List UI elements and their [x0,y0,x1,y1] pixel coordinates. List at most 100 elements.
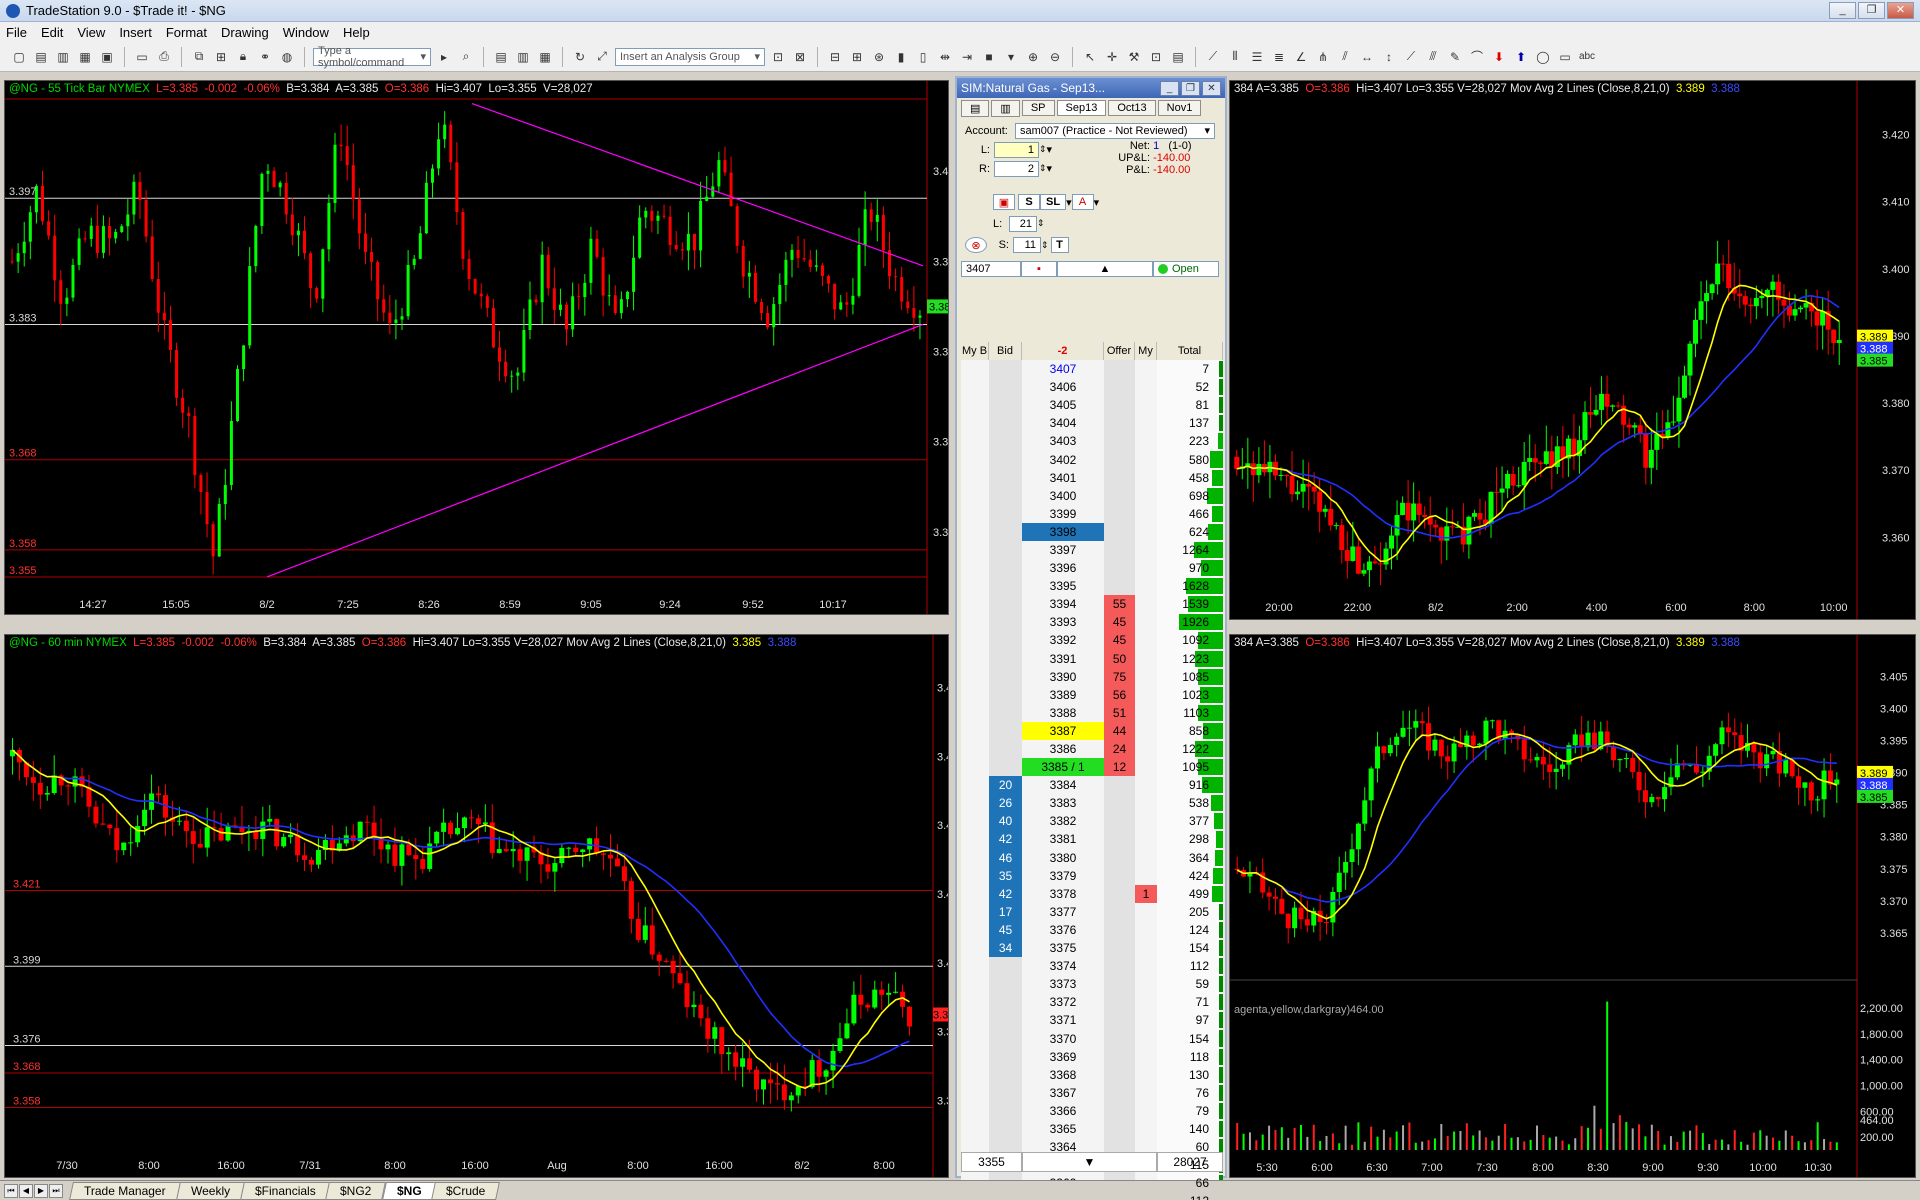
my-offer-cell[interactable] [1135,559,1157,578]
col-bid[interactable]: Bid [989,342,1022,360]
bid-size-cell[interactable] [989,993,1022,1012]
price-cell[interactable]: 3389 [1022,685,1104,704]
bid-size-cell[interactable] [989,685,1022,704]
my-bid-cell[interactable] [961,975,989,994]
ladder-row[interactable]: 3398 624 [961,522,1223,541]
my-offer-cell[interactable] [1135,450,1157,469]
bid-size-cell[interactable] [989,758,1022,777]
ladder-row[interactable]: 3368 130 [961,1065,1223,1084]
right-top-chart-panel[interactable]: 384 A=3.385 O=3.386 Hi=3.407 Lo=3.355 V=… [1229,80,1916,620]
price-cell[interactable]: 3380 [1022,848,1104,867]
offer-size-cell[interactable] [1104,522,1135,541]
strategy-icon[interactable]: ⊠ [791,48,809,66]
tab-oct13[interactable]: Oct13 [1108,100,1156,116]
ladder-row[interactable]: 3389 56 1023 [961,685,1223,704]
my-bid-cell[interactable] [961,486,989,505]
offer-size-cell[interactable] [1104,1047,1135,1066]
matrix-close-button[interactable]: ✕ [1202,80,1221,96]
bid-size-cell[interactable] [989,559,1022,578]
tick-chart-panel[interactable]: @NG - 55 Tick Bar NYMEX L=3.385 -0.002 -… [4,80,949,615]
price-cell[interactable]: 3391 [1022,649,1104,668]
price-cell[interactable]: 3407 [1022,360,1104,379]
price-cell[interactable]: 3404 [1022,414,1104,433]
chevron-down-icon[interactable]: ▾ [1204,124,1210,137]
trendline-icon[interactable]: ⟋ [1204,48,1222,66]
rectangle-icon[interactable]: ▭ [1556,48,1574,66]
my-bid-cell[interactable] [961,378,989,397]
tab-ng[interactable]: $NG [381,1181,437,1200]
offer-size-cell[interactable] [1104,540,1135,560]
vertical-lines-icon[interactable]: ⦀ [1226,48,1244,66]
price-cell[interactable]: 3365 [1022,1119,1104,1139]
hour-chart-panel[interactable]: @NG - 60 min NYMEX L=3.385 -0.002 -0.06%… [4,634,949,1178]
ladder-row[interactable]: 3390 75 1085 [961,667,1223,686]
window-tile-icon[interactable]: ⊞ [212,48,230,66]
col-price-offset[interactable]: -2 [1022,342,1104,360]
my-offer-cell[interactable] [1135,830,1157,849]
my-bid-cell[interactable] [961,685,989,704]
price-cell[interactable]: 3397 [1022,540,1104,560]
account-select[interactable]: sam007 (Practice - Not Reviewed) ▾ [1015,122,1215,139]
price-cell[interactable]: 3388 [1022,703,1104,722]
my-bid-cell[interactable] [961,812,989,831]
price-cell[interactable]: 3396 [1022,559,1104,578]
ladder-row[interactable]: 3403 223 [961,432,1223,451]
arrow-down-icon[interactable]: ⬇ [1490,48,1508,66]
my-bid-cell[interactable] [961,522,989,541]
stop-limit-button[interactable]: SL [1040,194,1067,210]
my-bid-cell[interactable] [961,504,989,523]
bid-size-cell[interactable]: 34 [989,939,1022,958]
my-offer-cell[interactable] [1135,703,1157,722]
price-cell[interactable]: 3370 [1022,1029,1104,1048]
my-bid-cell[interactable] [961,559,989,578]
price-cell[interactable]: 3405 [1022,396,1104,415]
my-bid-cell[interactable] [961,631,989,650]
price-cell[interactable]: 3379 [1022,866,1104,885]
ladder-row[interactable]: 3366 79 [961,1101,1223,1120]
channel-icon[interactable]: ⫽ [1336,48,1354,66]
my-bid-cell[interactable] [961,468,989,487]
my-bid-cell[interactable] [961,1011,989,1030]
offer-size-cell[interactable] [1104,993,1135,1012]
right-bottom-chart-panel[interactable]: 384 A=3.385 O=3.386 Hi=3.407 Lo=3.355 V=… [1229,634,1916,1178]
insert-analysis-icon[interactable]: ⤢ [593,48,611,66]
bid-size-cell[interactable]: 42 [989,884,1022,903]
my-bid-cell[interactable] [961,450,989,469]
bid-size-cell[interactable] [989,1083,1022,1102]
bid-size-cell[interactable]: 26 [989,794,1022,813]
ladder-row[interactable]: 3399 466 [961,504,1223,523]
bid-size-cell[interactable]: 45 [989,920,1022,939]
offer-size-cell[interactable] [1104,468,1135,487]
offer-size-cell[interactable] [1104,1065,1135,1084]
my-offer-cell[interactable] [1135,920,1157,939]
matrix-maximize-button[interactable]: ❐ [1181,80,1200,96]
my-offer-cell[interactable] [1135,667,1157,686]
matrix-flag-icon[interactable]: ▣ [993,194,1015,210]
bid-size-cell[interactable] [989,667,1022,686]
offer-size-cell[interactable] [1104,848,1135,867]
data-window-icon[interactable]: ⊟ [826,48,844,66]
chart-bars-icon[interactable]: ▮ [892,48,910,66]
my-offer-cell[interactable] [1135,396,1157,415]
menu-drawing[interactable]: Drawing [221,25,269,40]
close-button[interactable]: ✕ [1887,2,1914,19]
price-cell[interactable]: 3381 [1022,830,1104,849]
price-cell[interactable]: 3385 / 1 [1022,758,1104,777]
crosshair-icon[interactable]: ✛ [1103,48,1121,66]
bid-size-cell[interactable] [989,396,1022,415]
price-cell[interactable]: 3369 [1022,1047,1104,1066]
print-preview-icon[interactable]: ▭ [133,48,151,66]
my-offer-cell[interactable] [1135,486,1157,505]
horizontal-lines-icon[interactable]: ☰ [1248,48,1266,66]
ladder-row[interactable]: 3367 76 [961,1083,1223,1102]
last-tab-icon[interactable]: ⏭ [49,1183,63,1198]
tab-financials[interactable]: $Financials [239,1181,331,1200]
hammer-icon[interactable]: ⚒ [1125,48,1143,66]
my-bid-cell[interactable] [961,866,989,885]
my-offer-cell[interactable] [1135,1047,1157,1066]
my-offer-cell[interactable] [1135,939,1157,958]
bid-size-cell[interactable] [989,1101,1022,1120]
my-bid-cell[interactable] [961,396,989,415]
col-my-bid[interactable]: My B [961,342,989,360]
ladder-row[interactable]: 3374 112 [961,957,1223,976]
